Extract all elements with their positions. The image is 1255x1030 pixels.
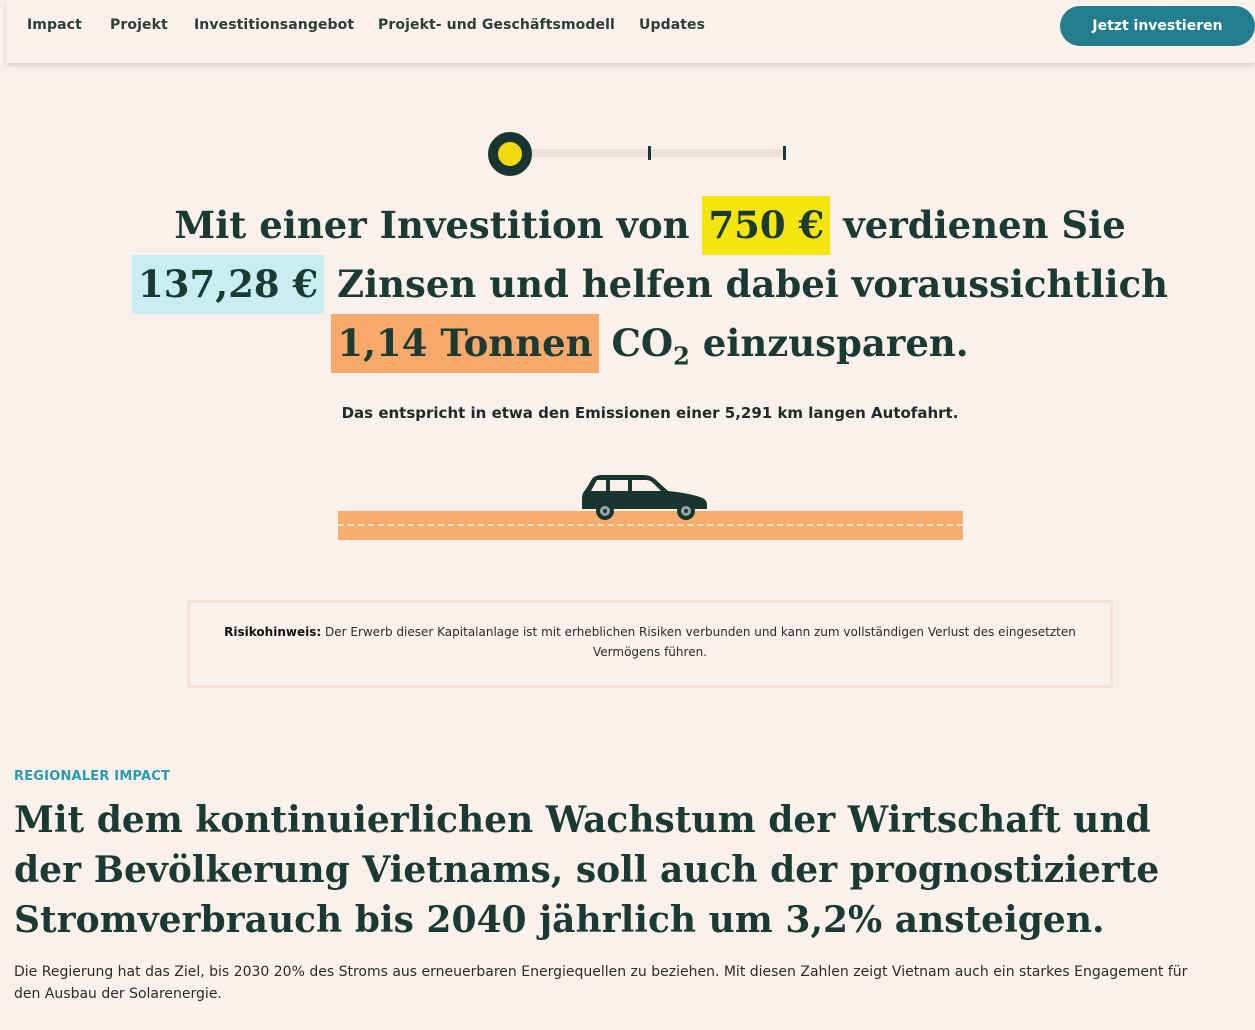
invest-now-button[interactable]: Jetzt investieren xyxy=(1060,6,1255,46)
risk-notice-text: Der Erwerb dieser Kapitalanlage ist mit … xyxy=(324,625,1076,659)
summary-text: Mit einer Investition von xyxy=(174,203,690,247)
summary-text: verdienen Sie xyxy=(843,203,1126,247)
nav-item-geschaeftsmodell[interactable]: Projekt- und Geschäftsmodell xyxy=(378,17,615,33)
slider-track[interactable] xyxy=(508,149,784,157)
co2-savings-amount: 1,14 Tonnen xyxy=(331,314,599,373)
car-icon xyxy=(582,475,707,520)
nav-item-projekt[interactable]: Projekt xyxy=(110,17,168,33)
investment-amount: 750 € xyxy=(702,196,831,255)
section-body: Die Regierung hat das Ziel, bis 2030 20%… xyxy=(14,964,1188,1002)
interest-amount: 137,28 € xyxy=(131,255,325,314)
risk-notice-label: Risikohinweis: xyxy=(224,625,322,639)
section-title: Mit dem kontinuierlichen Wachstum der Wi… xyxy=(14,799,1160,941)
emission-equivalent-text: Das entspricht in etwa den Emissionen ei… xyxy=(341,404,959,422)
co2-label: CO2 xyxy=(611,321,689,368)
section-eyebrow: REGIONALER IMPACT xyxy=(14,769,171,784)
risk-notice: Risikohinweis: Der Erwerb dieser Kapital… xyxy=(187,600,1113,688)
investment-summary: Mit einer Investition von 750 € verdiene… xyxy=(100,196,1200,373)
summary-line-1: Mit einer Investition von 750 € verdiene… xyxy=(100,196,1200,255)
summary-text: Zinsen und helfen dabei voraussichtlich xyxy=(337,262,1169,306)
investment-slider[interactable] xyxy=(488,131,798,176)
summary-line-2: 137,28 € Zinsen und helfen dabei vorauss… xyxy=(100,255,1200,314)
nav-item-updates[interactable]: Updates xyxy=(639,17,705,33)
slider-tick xyxy=(783,146,786,160)
co2-symbol: CO xyxy=(611,321,674,365)
road-lane-marking xyxy=(338,524,963,526)
summary-line-3: 1,14 Tonnen CO2 einzusparen. xyxy=(100,314,1200,373)
slider-knob[interactable] xyxy=(488,132,532,176)
nav-item-impact[interactable]: Impact xyxy=(27,17,82,33)
co2-subscript: 2 xyxy=(673,341,690,371)
nav-item-investitionsangebot[interactable]: Investitionsangebot xyxy=(194,17,354,33)
slider-tick xyxy=(648,146,651,160)
summary-text: einzusparen. xyxy=(702,321,969,365)
